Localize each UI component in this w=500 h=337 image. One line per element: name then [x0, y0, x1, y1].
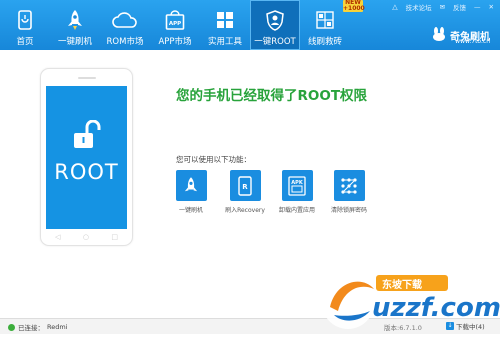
forum-link[interactable]: 技术论坛 [406, 2, 432, 12]
nav-label: 一键ROOT [254, 37, 296, 47]
phone-screen: ROOT [46, 86, 127, 229]
back-icon: ◁ [55, 233, 61, 241]
grid-icon [216, 9, 234, 31]
svg-text:APP: APP [169, 21, 181, 27]
watermark-badge: 东坡下载 [382, 280, 422, 291]
home-icon: ○ [82, 233, 89, 241]
nav-tools[interactable]: 实用工具 [200, 0, 250, 50]
nav-one-click-flash[interactable]: 一键刷机 [50, 0, 100, 50]
rabbit-logo-icon [431, 26, 447, 45]
shirt-icon[interactable]: △ [392, 3, 397, 11]
nav-label: APP市场 [158, 37, 192, 47]
uzzf-watermark: 东坡下载 uzzf.com [316, 271, 500, 333]
shield-icon [266, 9, 284, 31]
top-navigation-bar: 首页 一键刷机 ROM市场 APP APP市场 实用工具 一键ROOT 线刷救砖… [0, 0, 500, 50]
recent-icon: □ [111, 233, 118, 241]
nav-label: 一键刷机 [57, 37, 92, 47]
nav-home[interactable]: 首页 [0, 0, 50, 50]
svg-text:APK: APK [291, 180, 304, 186]
close-icon[interactable]: ✕ [489, 3, 494, 11]
nav-label: 实用工具 [207, 37, 242, 47]
recovery-icon: R [229, 170, 261, 201]
cross-grid-icon [316, 9, 334, 31]
apk-icon: APK [281, 170, 313, 201]
function-one-click-flash[interactable]: 一键刷机 [161, 170, 221, 214]
phone-screen-text: ROOT [54, 160, 119, 184]
pattern-lock-icon [333, 170, 365, 201]
feedback-icon[interactable]: ✉ [440, 3, 445, 11]
function-label: 一键刷机 [178, 207, 203, 214]
feedback-link[interactable]: 反馈 [453, 2, 466, 12]
function-label: 刷入Recovery [225, 207, 265, 214]
function-clear-lock-password[interactable]: 清除锁屏密码 [319, 170, 379, 214]
function-label: 卸载内置应用 [278, 207, 315, 214]
rocket-icon [175, 170, 207, 201]
function-uninstall-builtin-apps[interactable]: APK 卸载内置应用 [267, 170, 327, 214]
cloud-icon [112, 9, 138, 31]
function-flash-recovery[interactable]: R 刷入Recovery [215, 170, 275, 214]
device-name: Redmi [47, 323, 68, 331]
function-label: 清除锁屏密码 [330, 207, 367, 214]
phone-buttons: ◁ ○ □ [55, 233, 118, 241]
phone-illustration: ROOT ◁ ○ □ [40, 68, 133, 246]
nav-label: 线刷救砖 [307, 37, 342, 47]
minimize-icon[interactable]: — [474, 3, 481, 11]
watermark-text: uzzf.com [372, 293, 500, 323]
top-links: △ 技术论坛 ✉ 反馈 — ✕ [392, 2, 494, 12]
new-badge: NEW +1000 [343, 0, 365, 12]
connected-dot-icon [8, 323, 15, 331]
unlocked-padlock-icon [73, 119, 101, 154]
rocket-icon [67, 9, 83, 31]
phone-speaker [78, 77, 96, 79]
root-success-headline: 您的手机已经取得了ROOT权限 [176, 88, 368, 104]
new-badge-bottom: +1000 [343, 5, 365, 12]
app-bag-icon: APP [165, 9, 185, 31]
nav-app-market[interactable]: APP APP市场 [150, 0, 200, 50]
brand-site: www.7to.cn [455, 38, 490, 45]
functions-intro: 您可以使用以下功能： [176, 155, 251, 164]
brand: 奇兔刷机 www.7to.cn [431, 26, 490, 45]
nav-rom-market[interactable]: ROM市场 [100, 0, 150, 50]
nav-one-click-root[interactable]: 一键ROOT [250, 0, 300, 50]
nav-label: 首页 [16, 37, 34, 47]
phone-icon [18, 9, 32, 31]
connection-status: 已连接： Redmi [8, 322, 68, 332]
nav-label: ROM市场 [106, 37, 144, 47]
connected-label: 已连接： [18, 324, 44, 332]
svg-text:R: R [242, 183, 248, 191]
